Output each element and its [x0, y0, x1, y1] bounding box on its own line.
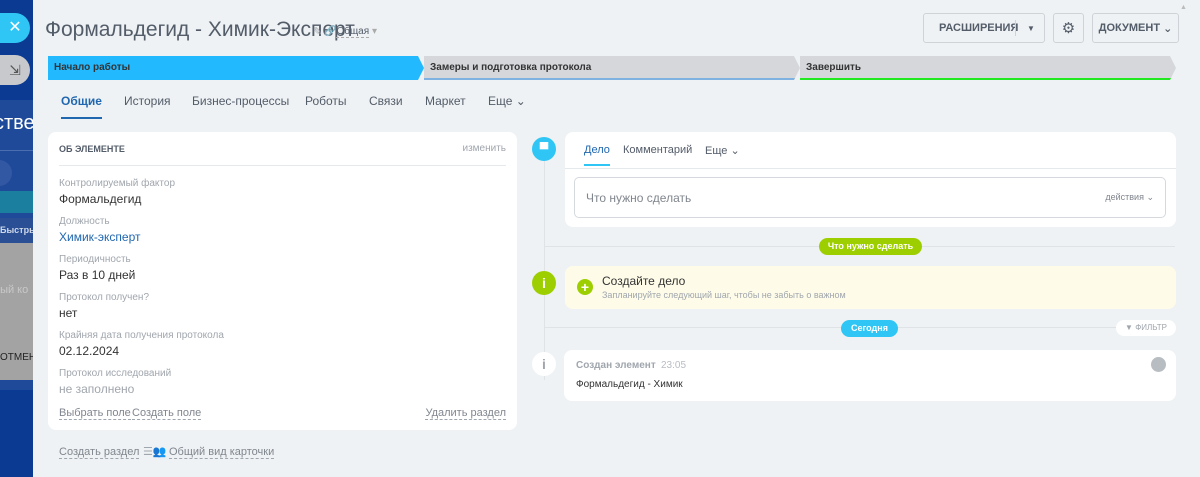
actions-label: действия — [1105, 192, 1144, 202]
tab-more-label: Еще — [488, 94, 513, 108]
info-icon: i — [532, 271, 556, 295]
sidebar-fragment: ОТМЕНИТ — [0, 352, 33, 363]
field-label: Протокол получен? — [59, 292, 150, 303]
page-title: Формальдегид - Химик-Эксперт — [45, 18, 355, 41]
field-value: 02.12.2024 — [59, 344, 120, 358]
stage-finish[interactable]: Завершить — [800, 56, 1176, 80]
field-label: Должность — [59, 216, 110, 227]
tab-market[interactable]: Маркет — [425, 94, 466, 108]
create-activity-title: Создайте дело — [602, 274, 686, 288]
filter-button[interactable]: ▼ ФИЛЬТР — [1116, 320, 1176, 336]
event-time: 23:05 — [661, 360, 687, 371]
close-button[interactable]: ✕ — [0, 13, 30, 43]
todo-placeholder: Что нужно сделать — [586, 191, 692, 205]
actions-dropdown[interactable]: действия ⌄ — [1105, 192, 1154, 203]
sidebar-fragment: ствен — [0, 112, 33, 134]
timeline-event: Создан элемент 23:05 Формальдегид - Хими… — [564, 350, 1176, 401]
tab-robots[interactable]: Роботы — [305, 94, 347, 108]
field-label: Крайняя дата получения протокола — [59, 330, 224, 341]
stage-start[interactable]: Начало работы — [48, 56, 424, 80]
edit-link[interactable]: изменить — [462, 143, 506, 154]
card-view-link[interactable]: Общий вид карточки — [169, 446, 275, 459]
position-link[interactable]: Химик-эксперт — [59, 230, 141, 244]
card-view-icon: ☰👥 — [143, 446, 167, 458]
field-label: Периодичность — [59, 254, 131, 265]
document-button[interactable]: ДОКУМЕНТ ⌄ — [1092, 13, 1179, 43]
stage-label: Замеры и подготовка протокола — [430, 62, 592, 73]
sidebar-fragment: ный ко — [0, 284, 29, 296]
activity-editor: Дело Комментарий Еще ⌄ Что нужно сделать… — [565, 132, 1176, 227]
sidebar-fragment: Быстры — [0, 218, 33, 243]
field-value: Формальдегид — [59, 192, 142, 206]
tab-general[interactable]: Общие — [61, 94, 102, 119]
field-label: Протокол исследований — [59, 368, 172, 379]
select-field-link[interactable]: Выбрать поле — [59, 407, 131, 420]
create-field-link[interactable]: Создать поле — [132, 407, 202, 420]
chevron-down-icon: ⌄ — [515, 94, 526, 108]
section-title: ОБ ЭЛЕМЕНТЕ — [59, 144, 125, 154]
chevron-down-icon: ⌄ — [1163, 22, 1173, 35]
extensions-label: РАСШИРЕНИЯ — [939, 22, 1019, 34]
tab-business-processes[interactable]: Бизнес-процессы — [192, 94, 289, 108]
field-value: Раз в 10 дней — [59, 268, 136, 282]
info-icon: i — [532, 352, 556, 376]
plus-icon[interactable]: + — [577, 279, 593, 295]
settings-button[interactable]: ⚙ — [1053, 13, 1084, 43]
todo-input[interactable]: Что нужно сделать действия ⌄ — [574, 177, 1166, 218]
todo-pill: Что нужно сделать — [819, 238, 922, 255]
create-section-link[interactable]: Создать раздел — [59, 446, 140, 459]
field-value: не заполнено — [59, 382, 135, 396]
tab-history[interactable]: История — [124, 94, 171, 108]
today-pill: Сегодня — [841, 320, 898, 337]
caret-down-icon[interactable]: ▼ — [1027, 24, 1035, 33]
field-label: Контролируемый фактор — [59, 178, 176, 189]
stage-label: Завершить — [806, 62, 862, 73]
tab-more[interactable]: Еще ⌄ — [488, 94, 526, 108]
stage-measurements[interactable]: Замеры и подготовка протокола — [424, 56, 800, 80]
tab-links[interactable]: Связи — [369, 94, 403, 108]
access-label: Общая — [336, 26, 370, 38]
create-activity-subtitle: Запланируйте следующий шаг, чтобы не заб… — [602, 290, 846, 300]
filter-label: ФИЛЬТР — [1135, 323, 1167, 332]
delete-section-link[interactable]: Удалить раздел — [425, 407, 506, 420]
minimize-button[interactable]: ⇲ — [0, 55, 30, 85]
edit-title-icon[interactable]: ✎ — [313, 25, 322, 38]
event-text: Формальдегид - Химик — [576, 379, 683, 390]
access-selector[interactable]: 🔗Общая ▾ — [324, 26, 377, 38]
tab-comment[interactable]: Комментарий — [623, 144, 692, 156]
tab-more[interactable]: Еще ⌄ — [705, 144, 740, 157]
tab-more-label: Еще — [705, 145, 728, 157]
gear-icon: ⚙ — [1061, 20, 1076, 37]
avatar[interactable] — [1151, 357, 1166, 372]
create-activity-card[interactable]: + Создайте дело Запланируйте следующий ш… — [565, 266, 1176, 309]
event-title: Создан элемент — [576, 360, 656, 371]
filter-icon: ▼ — [1125, 323, 1133, 332]
chevron-down-icon: ⌄ — [730, 145, 740, 157]
document-label: ДОКУМЕНТ — [1098, 22, 1161, 34]
scroll-up-arrow[interactable]: ▲ — [1180, 4, 1187, 11]
about-card: ОБ ЭЛЕМЕНТЕ изменить Контролируемый факт… — [48, 132, 517, 430]
field-value: нет — [59, 306, 78, 320]
stage-label: Начало работы — [54, 62, 131, 73]
comment-icon: ▀ — [532, 137, 556, 161]
extensions-button[interactable]: РАСШИРЕНИЯ ▼ — [923, 13, 1045, 43]
tab-activity[interactable]: Дело — [584, 144, 610, 166]
